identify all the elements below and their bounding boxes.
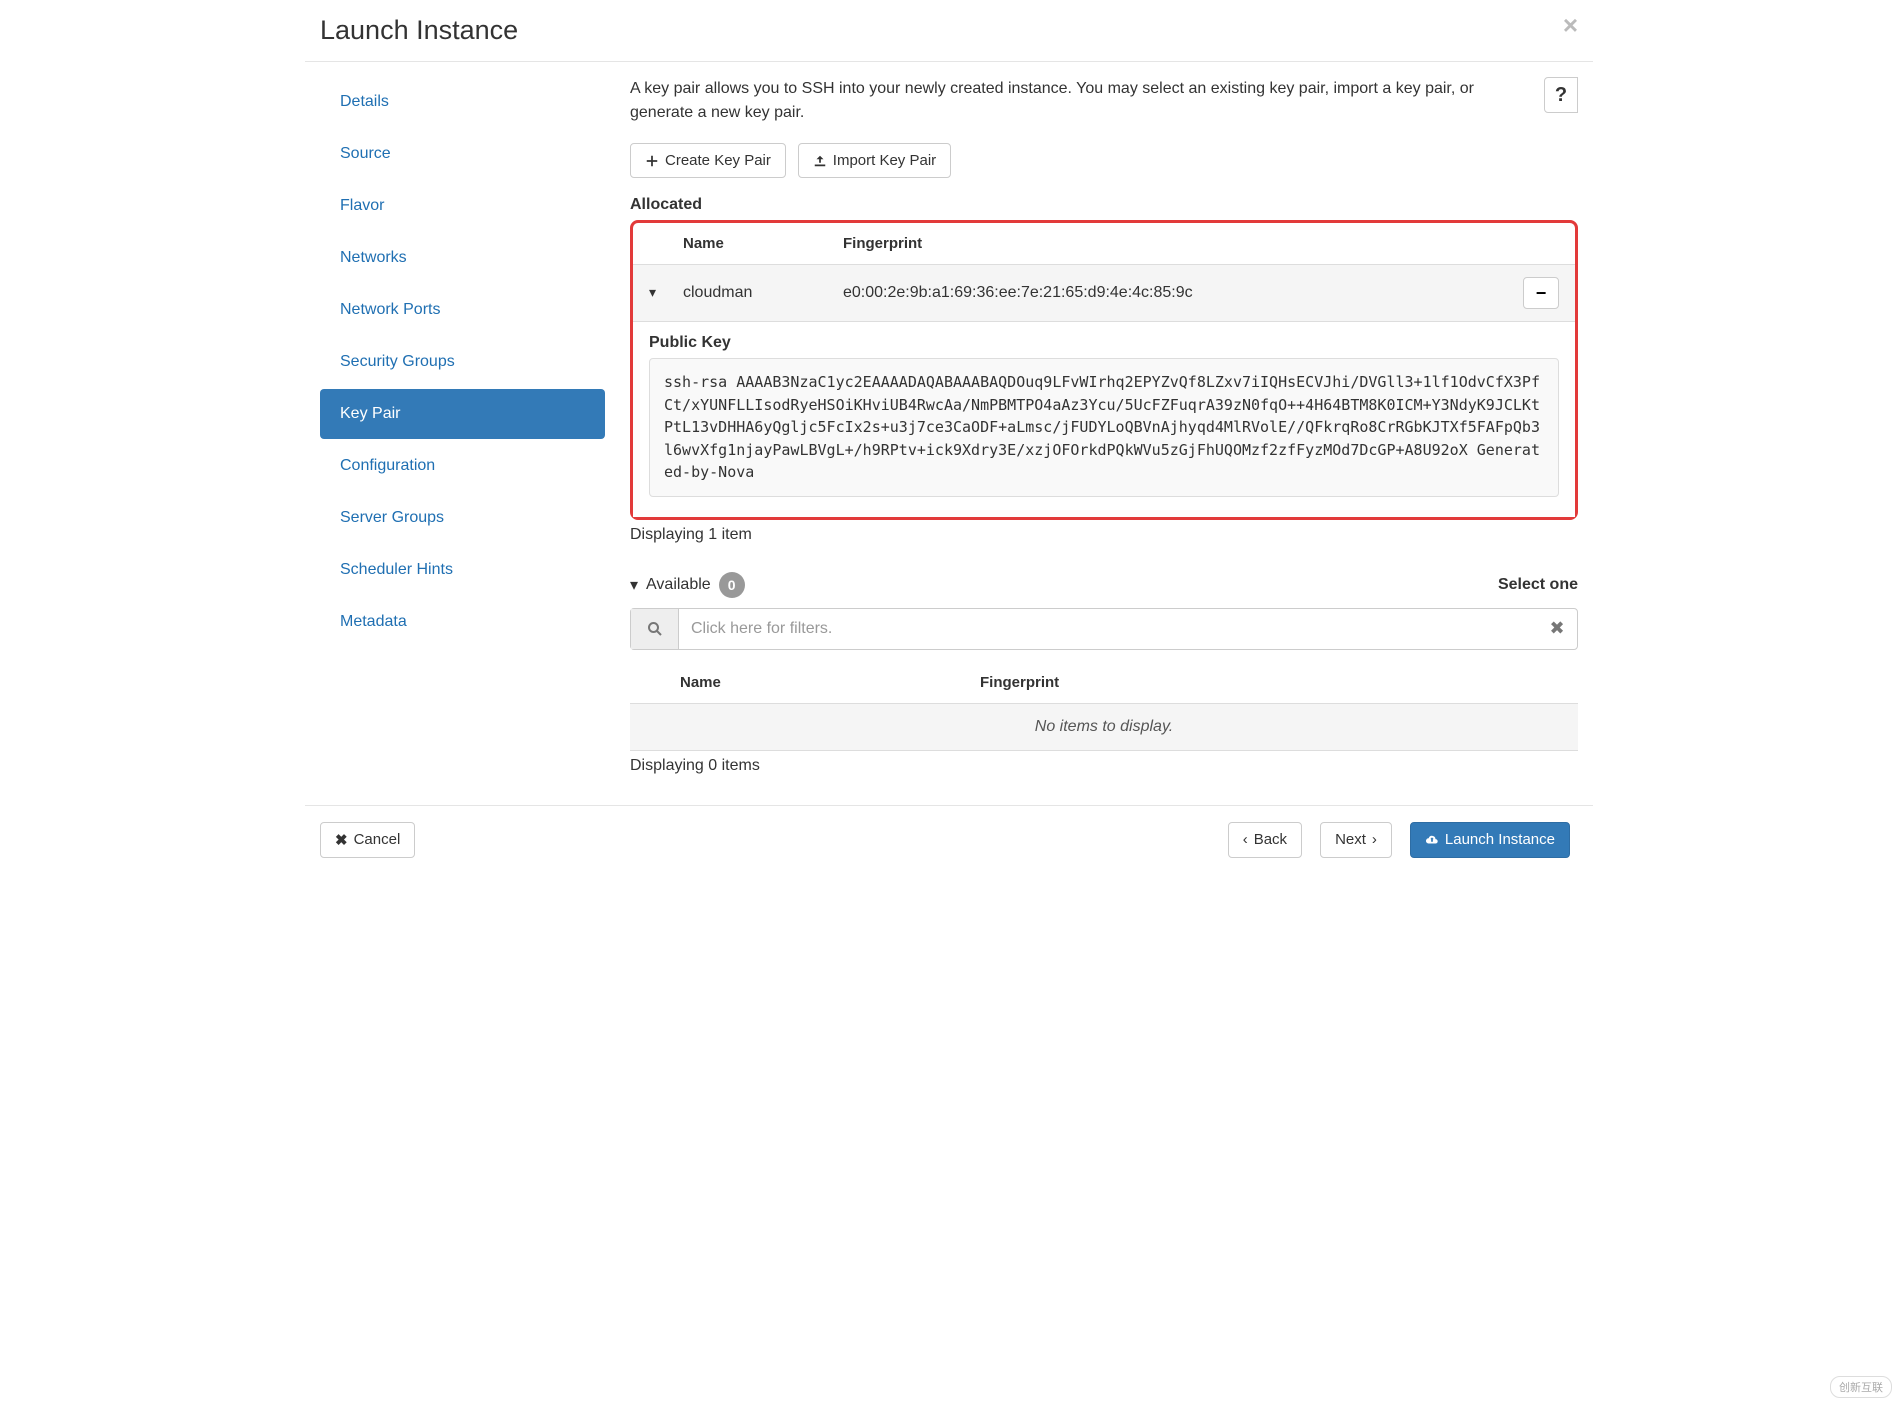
modal-header: Launch Instance ×	[305, 0, 1593, 62]
select-one-label: Select one	[1498, 576, 1578, 594]
watermark: 创新互联	[1830, 1376, 1892, 1398]
sidebar-item-label: Flavor	[340, 197, 384, 214]
sidebar-item-scheduler-hints[interactable]: Scheduler Hints	[320, 545, 605, 595]
available-count: Displaying 0 items	[630, 757, 1578, 775]
available-label: Available	[646, 576, 711, 594]
allocated-highlight: Name Fingerprint ▾ cloudman e0:00:2e:9b:…	[630, 220, 1578, 520]
sidebar-item-label: Configuration	[340, 457, 435, 474]
cancel-button[interactable]: ✖ Cancel	[320, 822, 415, 858]
sidebar-item-configuration[interactable]: Configuration	[320, 441, 605, 491]
public-key-value: ssh-rsa AAAAB3NzaC1yc2EAAAADAQABAAABAQDO…	[649, 358, 1559, 497]
allocated-row: ▾ cloudman e0:00:2e:9b:a1:69:36:ee:7e:21…	[633, 265, 1575, 322]
keypair-fingerprint: e0:00:2e:9b:a1:69:36:ee:7e:21:65:d9:4e:4…	[843, 284, 1509, 302]
available-badge: 0	[719, 572, 745, 598]
allocated-label: Allocated	[630, 196, 1578, 214]
chevron-down-icon[interactable]: ▾	[649, 284, 656, 300]
sidebar-item-label: Security Groups	[340, 353, 455, 370]
sidebar-item-label: Scheduler Hints	[340, 561, 453, 578]
sidebar-item-security-groups[interactable]: Security Groups	[320, 337, 605, 387]
sidebar-item-network-ports[interactable]: Network Ports	[320, 285, 605, 335]
available-empty-message: No items to display.	[630, 704, 1578, 751]
available-table-header: Name Fingerprint	[630, 662, 1578, 704]
button-label: Back	[1254, 831, 1287, 848]
modal-title: Launch Instance	[320, 15, 1578, 46]
clear-filter-icon[interactable]: ✖	[1537, 618, 1577, 639]
sidebar-item-label: Server Groups	[340, 509, 444, 526]
sidebar-item-label: Source	[340, 145, 391, 162]
launch-instance-button[interactable]: Launch Instance	[1410, 822, 1570, 858]
allocated-table-header: Name Fingerprint	[633, 223, 1575, 265]
sidebar-item-metadata[interactable]: Metadata	[320, 597, 605, 647]
intro-text: A key pair allows you to SSH into your n…	[630, 77, 1538, 125]
sidebar-item-source[interactable]: Source	[320, 129, 605, 179]
button-label: Import Key Pair	[833, 152, 936, 169]
sidebar-item-networks[interactable]: Networks	[320, 233, 605, 283]
sidebar-item-label: Details	[340, 93, 389, 110]
chevron-down-icon[interactable]: ▾	[630, 575, 638, 595]
sidebar-item-key-pair[interactable]: Key Pair	[320, 389, 605, 439]
upload-icon	[813, 154, 827, 168]
back-button[interactable]: ‹Back	[1228, 822, 1302, 858]
close-icon[interactable]: ×	[1563, 12, 1578, 38]
col-header-name: Name	[680, 674, 980, 691]
sidebar-item-label: Metadata	[340, 613, 407, 630]
button-label: Launch Instance	[1445, 831, 1555, 848]
button-label: Create Key Pair	[665, 152, 771, 169]
help-icon[interactable]	[1544, 77, 1578, 113]
col-header-fingerprint: Fingerprint	[980, 674, 1562, 691]
plus-icon	[645, 154, 659, 168]
filter-input[interactable]	[679, 609, 1537, 649]
sidebar-item-flavor[interactable]: Flavor	[320, 181, 605, 231]
sidebar-item-details[interactable]: Details	[320, 77, 605, 127]
keypair-actions: Create Key Pair Import Key Pair	[630, 143, 1578, 178]
content-area: A key pair allows you to SSH into your n…	[605, 77, 1593, 775]
sidebar-item-server-groups[interactable]: Server Groups	[320, 493, 605, 543]
filter-bar: ✖	[630, 608, 1578, 650]
remove-keypair-button[interactable]: −	[1523, 277, 1559, 309]
sidebar-item-label: Networks	[340, 249, 407, 266]
keypair-name: cloudman	[683, 284, 843, 302]
create-keypair-button[interactable]: Create Key Pair	[630, 143, 786, 178]
sidebar-item-label: Network Ports	[340, 301, 440, 318]
next-button[interactable]: Next›	[1320, 822, 1392, 858]
import-keypair-button[interactable]: Import Key Pair	[798, 143, 951, 178]
button-label: Next	[1335, 831, 1366, 848]
modal-footer: ✖ Cancel ‹Back Next› Launch Instance	[305, 805, 1593, 874]
keypair-detail: Public Key ssh-rsa AAAAB3NzaC1yc2EAAAADA…	[633, 322, 1575, 517]
allocated-count: Displaying 1 item	[630, 526, 1578, 544]
col-header-name: Name	[683, 235, 843, 252]
sidebar-item-label: Key Pair	[340, 405, 400, 422]
wizard-sidebar: Details Source Flavor Networks Network P…	[305, 77, 605, 775]
search-icon[interactable]	[631, 609, 679, 649]
cloud-upload-icon	[1425, 833, 1439, 847]
public-key-label: Public Key	[649, 334, 1559, 352]
col-header-fingerprint: Fingerprint	[843, 235, 1509, 252]
button-label: Cancel	[354, 831, 401, 848]
